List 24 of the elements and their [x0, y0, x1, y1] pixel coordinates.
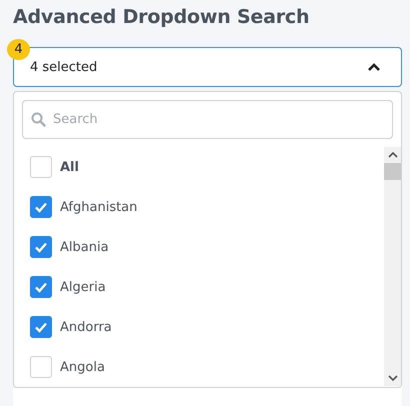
option-item[interactable]: Algeria — [30, 267, 384, 307]
page-title: Advanced Dropdown Search — [13, 5, 310, 30]
option-item[interactable]: Angola — [30, 347, 384, 387]
chevron-icon — [367, 62, 381, 72]
scrollbar[interactable] — [384, 147, 401, 386]
checkbox[interactable] — [30, 196, 52, 218]
checkbox[interactable] — [30, 316, 52, 338]
option-item[interactable]: Andorra — [30, 307, 384, 347]
option-label: Albania — [60, 240, 109, 254]
scroll-thumb[interactable] — [384, 163, 401, 180]
option-label: Angola — [60, 360, 105, 374]
search-field[interactable]: Search — [22, 100, 393, 139]
checkbox[interactable] — [30, 236, 52, 258]
option-label: Afghanistan — [60, 200, 138, 214]
option-item[interactable]: All — [30, 147, 384, 187]
scroll-up-icon[interactable] — [388, 151, 398, 159]
option-label: Algeria — [60, 280, 106, 294]
count-badge: 4 — [7, 39, 30, 60]
scroll-down-icon[interactable] — [388, 374, 398, 382]
option-label: All — [60, 160, 79, 174]
checkbox[interactable] — [30, 276, 52, 298]
option-item[interactable]: Albania — [30, 227, 384, 267]
option-item[interactable]: Afghanistan — [30, 187, 384, 227]
option-label: Andorra — [60, 320, 112, 334]
